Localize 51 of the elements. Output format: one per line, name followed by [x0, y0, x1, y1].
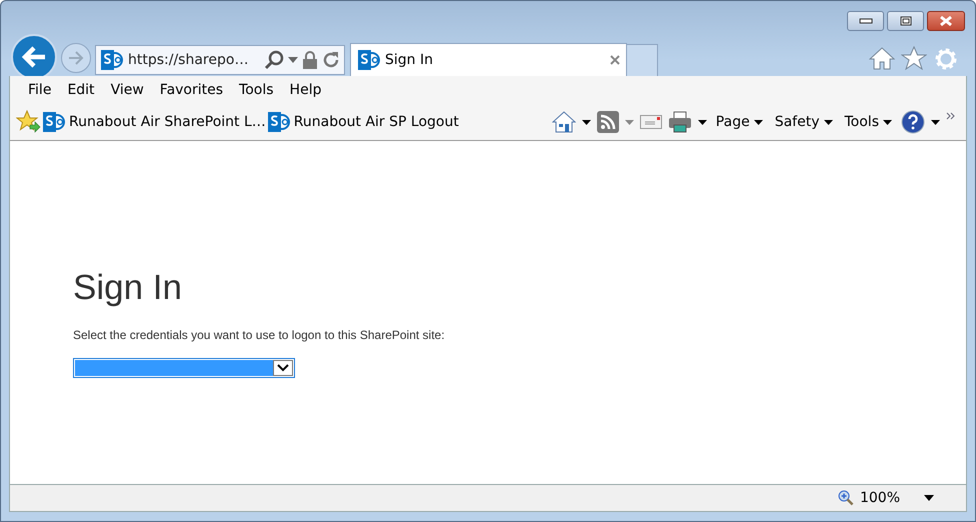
favorites-star-icon[interactable]: [16, 110, 42, 134]
caret-icon[interactable]: [824, 120, 832, 124]
command-menu[interactable]: Safety: [774, 114, 820, 130]
home-icon[interactable]: [552, 111, 576, 133]
home-icon[interactable]: [869, 46, 895, 70]
mail-icon[interactable]: [640, 115, 662, 129]
page-heading: Sign In: [73, 268, 183, 308]
menu-item[interactable]: Favorites: [152, 82, 232, 98]
menu-item[interactable]: View: [102, 82, 152, 98]
zoom-icon[interactable]: [838, 490, 854, 506]
close-icon[interactable]: [610, 55, 620, 65]
favorite-link[interactable]: Runabout Air SharePoint L…: [69, 114, 266, 130]
sharepoint-icon: [42, 111, 66, 133]
menu-item[interactable]: Edit: [59, 82, 103, 98]
lock-icon[interactable]: [302, 51, 318, 69]
command-menu[interactable]: Page: [716, 114, 750, 130]
command-menu[interactable]: Tools: [844, 114, 879, 130]
credentials-select[interactable]: [73, 358, 295, 378]
arrow-right-icon: [68, 51, 84, 65]
sharepoint-icon: [357, 49, 381, 71]
refresh-icon[interactable]: [322, 51, 340, 69]
caret-icon[interactable]: [931, 120, 940, 124]
maximize-button[interactable]: [887, 11, 924, 31]
close-icon: [939, 15, 953, 27]
chevron-right-icon[interactable]: [946, 112, 956, 120]
caret-icon[interactable]: [754, 120, 763, 124]
minimize-button[interactable]: [847, 11, 884, 31]
sharepoint-icon: [100, 49, 124, 71]
credentials-prompt: Select the credentials you want to use to logon to this SharePoint site:: [73, 328, 446, 342]
feed-icon[interactable]: [596, 111, 619, 133]
menu-item[interactable]: Tools: [231, 82, 282, 98]
caret-icon[interactable]: [698, 120, 707, 124]
restore-icon: [900, 16, 912, 26]
chevron-down-icon: [277, 364, 289, 372]
menu-item[interactable]: Help: [282, 82, 330, 98]
close-button[interactable]: [927, 11, 965, 31]
url-text: https://sharepo…: [128, 52, 250, 68]
caret-icon[interactable]: [883, 120, 892, 124]
sharepoint-icon: [266, 111, 291, 133]
caret-icon[interactable]: [582, 120, 591, 124]
printer-icon[interactable]: [668, 111, 692, 133]
minimize-icon: [858, 18, 872, 24]
zoom-level[interactable]: 100%: [860, 490, 900, 506]
help-icon[interactable]: [901, 110, 925, 134]
star-icon[interactable]: [901, 46, 927, 70]
arrow-left-icon: [21, 46, 47, 68]
favorite-link[interactable]: Runabout Air SP Logout: [294, 114, 459, 130]
browser-tab[interactable]: Sign In: [350, 43, 627, 76]
menu-item[interactable]: File: [20, 82, 60, 98]
address-bar[interactable]: https://sharepo…: [95, 45, 345, 75]
search-icon[interactable]: [264, 50, 284, 70]
